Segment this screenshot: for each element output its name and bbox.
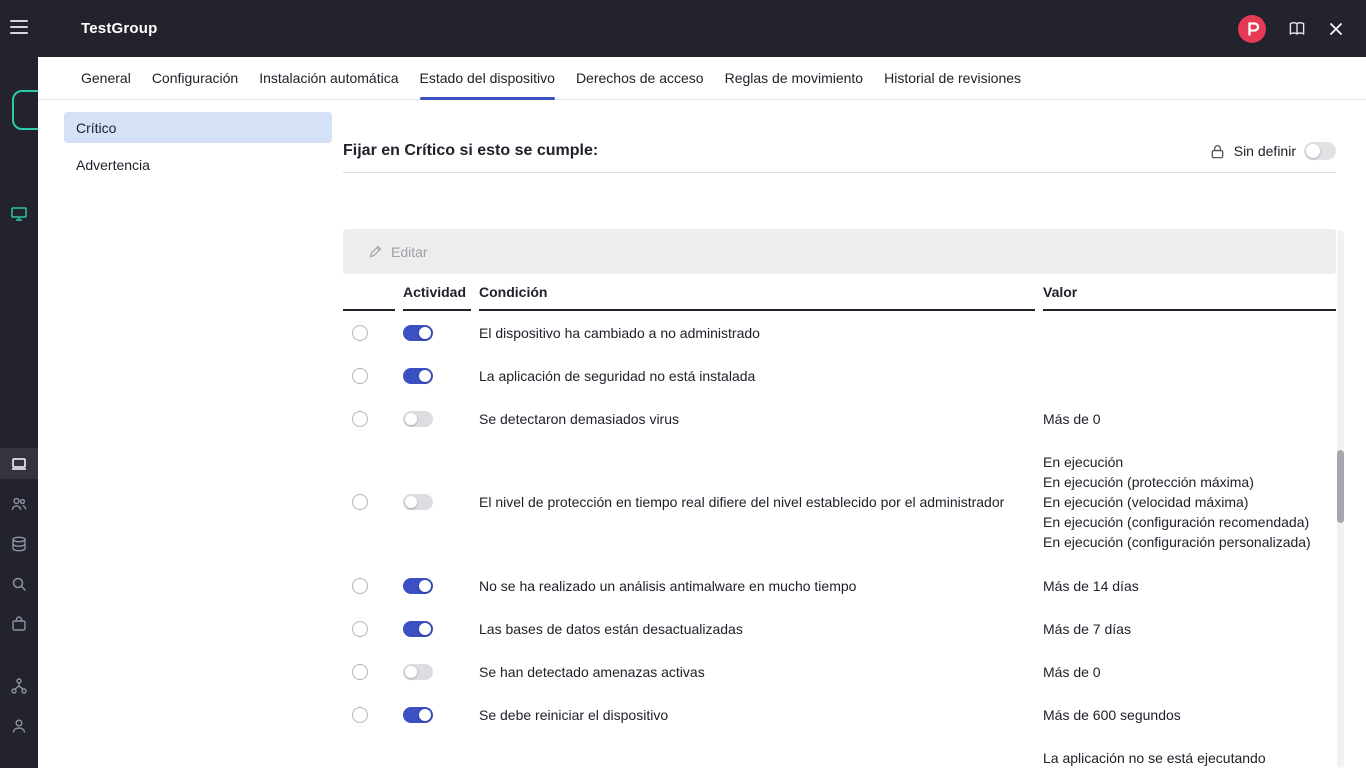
col-actividad: Actividad [403, 274, 471, 311]
row-radio[interactable] [352, 663, 368, 680]
row-value: Más de 0 [1043, 410, 1101, 427]
row-value: Más de 14 días [1043, 577, 1139, 594]
row-condition: La aplicación de seguridad no está insta… [479, 367, 756, 384]
pencil-icon [368, 244, 383, 259]
row-radio[interactable] [352, 367, 368, 384]
table-toolbar: Editar [343, 229, 1336, 274]
row-condition: Se debe reiniciar el dispositivo [479, 706, 669, 723]
row-condition: El dispositivo ha cambiado a no administ… [479, 324, 760, 341]
status-subnav: Crítico Advertencia [38, 100, 343, 768]
col-select [343, 274, 395, 311]
toggle-knob [1306, 144, 1320, 158]
tab-bar: General Configuración Instalación automá… [38, 57, 1366, 100]
subnav-item-critico[interactable]: Crítico [64, 112, 332, 143]
row-condition: Las bases de datos están desactualizadas [479, 620, 743, 637]
edit-button-label: Editar [391, 243, 428, 260]
row-toggle[interactable] [403, 494, 433, 510]
row-toggle[interactable] [403, 577, 433, 594]
tab-derechos-de-acceso[interactable]: Derechos de acceso [576, 57, 704, 99]
row-radio[interactable] [352, 494, 368, 510]
table-row: Se han detectado amenazas activas Más de… [343, 650, 1336, 693]
help-book-icon[interactable] [1286, 18, 1308, 40]
table-row: Las bases de datos están desactualizadas… [343, 607, 1336, 650]
table-row: No se ha realizado un análisis antimalwa… [343, 564, 1336, 607]
console-logo-icon [12, 90, 38, 130]
col-condicion: Condición [479, 274, 1035, 311]
nav-users-icon[interactable] [0, 488, 38, 519]
row-value: Más de 600 segundos [1043, 706, 1181, 723]
left-nav-rail [0, 0, 38, 768]
nav-marketplace-icon[interactable] [0, 608, 38, 639]
tab-general[interactable]: General [81, 57, 131, 99]
row-radio[interactable] [352, 620, 368, 637]
row-toggle[interactable] [403, 706, 433, 723]
row-value: Más de 7 días [1043, 620, 1131, 637]
vertical-scrollbar[interactable] [1337, 230, 1344, 768]
row-condition: Se han detectado amenazas activas [479, 663, 705, 680]
row-toggle[interactable] [403, 620, 433, 637]
tab-reglas-de-movimiento[interactable]: Reglas de movimiento [725, 57, 864, 99]
tab-historial-de-revisiones[interactable]: Historial de revisiones [884, 57, 1021, 99]
tab-instalacion-automatica[interactable]: Instalación automática [259, 57, 398, 99]
row-value: Más de 0 [1043, 663, 1101, 680]
row-toggle[interactable] [403, 410, 433, 427]
panel-heading: Fijar en Crítico si esto se cumple: [343, 142, 599, 159]
row-radio[interactable] [352, 324, 368, 341]
row-radio[interactable] [352, 410, 368, 427]
toggle-knob [419, 369, 431, 382]
close-icon[interactable] [1328, 21, 1344, 37]
toggle-knob [419, 622, 431, 635]
sin-definir-toggle[interactable] [1304, 142, 1336, 160]
toggle-knob [419, 708, 431, 721]
table-row: Se debe reiniciar el dispositivo Más de … [343, 693, 1336, 736]
toggle-knob [405, 496, 417, 508]
tab-estado-del-dispositivo[interactable]: Estado del dispositivo [419, 57, 556, 100]
tab-configuracion[interactable]: Configuración [152, 57, 238, 99]
heading-divider [343, 172, 1336, 173]
row-toggle[interactable] [403, 367, 433, 384]
nav-hierarchy-icon[interactable] [0, 670, 38, 701]
subnav-item-advertencia[interactable]: Advertencia [38, 149, 332, 180]
lock-icon [1209, 143, 1226, 160]
toggle-knob [405, 665, 417, 678]
toggle-knob [419, 326, 431, 339]
lock-label: Sin definir [1233, 143, 1296, 159]
table-row: La aplicación no se está ejecutando [343, 736, 1336, 768]
row-toggle[interactable] [403, 324, 433, 341]
hamburger-menu-icon[interactable] [10, 20, 28, 38]
col-valor: Valor [1043, 274, 1336, 311]
scrollbar-thumb[interactable] [1337, 450, 1344, 523]
nav-search-icon[interactable] [0, 568, 38, 599]
row-toggle[interactable] [403, 663, 433, 680]
row-radio[interactable] [352, 706, 368, 723]
edit-button[interactable]: Editar [368, 244, 428, 260]
nav-monitoring-icon[interactable] [0, 198, 38, 229]
toggle-knob [419, 579, 431, 592]
row-condition: No se ha realizado un análisis antimalwa… [479, 577, 857, 594]
nav-account-icon[interactable] [0, 710, 38, 741]
table-header: Actividad Condición Valor [343, 274, 1336, 311]
table-row: El nivel de protección en tiempo real di… [343, 440, 1336, 564]
window-title: TestGroup [81, 20, 158, 37]
nav-repositories-icon[interactable] [0, 528, 38, 559]
row-condition: El nivel de protección en tiempo real di… [479, 494, 1005, 510]
app-window: TestGroup General Configuración Instalac… [0, 0, 1366, 768]
row-radio[interactable] [352, 577, 368, 594]
table-row: El dispositivo ha cambiado a no administ… [343, 311, 1336, 354]
table-row: Se detectaron demasiados virus Más de 0 [343, 397, 1336, 440]
toggle-knob [405, 412, 417, 425]
table-row: La aplicación de seguridad no está insta… [343, 354, 1336, 397]
kaspersky-logo [1238, 14, 1266, 43]
conditions-panel: Fijar en Crítico si esto se cumple: Sin … [343, 100, 1366, 768]
title-bar: TestGroup [38, 0, 1366, 57]
row-value: En ejecución En ejecución (protección má… [1043, 454, 1311, 550]
nav-devices-icon[interactable] [0, 448, 38, 479]
row-value: La aplicación no se está ejecutando [1043, 750, 1266, 766]
row-condition: Se detectaron demasiados virus [479, 410, 679, 427]
main-area: TestGroup General Configuración Instalac… [38, 0, 1366, 768]
